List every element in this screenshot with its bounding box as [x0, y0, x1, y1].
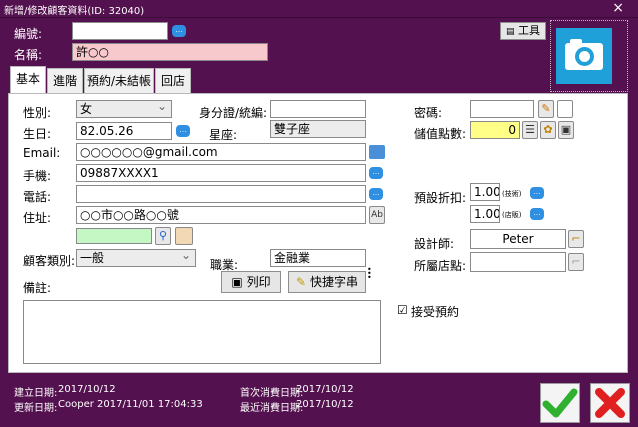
print-button[interactable]: ▣ 列印: [221, 271, 281, 293]
confirm-button[interactable]: [540, 383, 580, 423]
address-label: 住址:: [23, 211, 52, 225]
cross-icon: [595, 388, 625, 418]
created-label: 建立日期:: [14, 388, 58, 399]
zipcode-input[interactable]: [76, 228, 152, 244]
document-icon[interactable]: [557, 100, 573, 118]
store-field[interactable]: [470, 252, 566, 272]
basic-panel: 性別: 女 身分證/統編: 生日: 82.05.26 … 星座: 雙子座 Ema…: [8, 93, 628, 373]
cancel-button[interactable]: [590, 383, 630, 423]
points-label: 儲值點數:: [414, 127, 467, 141]
quick-string-button[interactable]: ✎ 快捷字串: [288, 271, 366, 293]
code-label: 編號:: [14, 27, 43, 41]
tab-reservation[interactable]: 預約/未結帳: [84, 68, 154, 94]
map-icon[interactable]: [175, 227, 193, 245]
phone-input[interactable]: [76, 185, 366, 203]
first-purchase-value: 2017/10/12: [296, 384, 354, 395]
address-format-icon[interactable]: Ab: [369, 206, 385, 224]
history-icon[interactable]: ▣: [558, 121, 574, 139]
discount-label: 預設折扣:: [414, 191, 467, 205]
password-label: 密碼:: [414, 106, 443, 120]
title-bar: 新增/修改顧客資料(ID: 32040) ×: [0, 0, 638, 18]
gender-select[interactable]: 女: [76, 100, 172, 118]
birthday-label: 生日:: [23, 127, 52, 141]
birthday-input[interactable]: 82.05.26: [76, 122, 172, 140]
email-label: Email:: [23, 146, 61, 160]
chat-bubble-icon[interactable]: …: [176, 125, 190, 137]
chat-bubble-icon[interactable]: …: [530, 208, 544, 220]
notepad-icon: ✎: [296, 275, 307, 289]
send-mail-icon[interactable]: [369, 145, 385, 159]
check-icon: [542, 388, 578, 418]
tab-basic[interactable]: 基本: [10, 66, 46, 93]
broom-icon[interactable]: ⌐: [568, 230, 584, 248]
id-label: 身分證/統編:: [199, 106, 268, 120]
zodiac-label: 星座:: [209, 128, 238, 142]
last-purchase-value: 2017/10/12: [296, 399, 354, 410]
created-value: 2017/10/12: [58, 384, 116, 395]
gender-label: 性別:: [23, 106, 52, 120]
password-input[interactable]: [470, 100, 534, 118]
category-select[interactable]: 一般: [76, 249, 196, 267]
id-input[interactable]: [270, 100, 366, 118]
code-input[interactable]: [72, 22, 168, 40]
discount-retail-note: (店販): [502, 211, 522, 219]
window-title: 新增/修改顧客資料(ID: 32040): [4, 6, 145, 17]
close-icon[interactable]: ×: [612, 0, 624, 16]
store-label: 所屬店點:: [414, 259, 467, 273]
tools-icon: ▤: [505, 27, 515, 37]
job-input[interactable]: 金融業: [270, 249, 366, 267]
category-label: 顧客類別:: [23, 254, 76, 268]
name-input[interactable]: 許○○: [72, 43, 268, 61]
note-textarea[interactable]: [23, 300, 381, 364]
gear-icon[interactable]: ✿: [540, 121, 556, 139]
chat-bubble-icon[interactable]: …: [530, 187, 544, 199]
accept-reservation-label: 接受預約: [411, 305, 460, 319]
tab-return[interactable]: 回店: [155, 68, 191, 94]
designer-field[interactable]: Peter: [470, 229, 566, 249]
mobile-label: 手機:: [23, 169, 52, 183]
tools-button[interactable]: ▤ 工具: [500, 22, 546, 40]
note-label: 備註:: [23, 281, 52, 295]
mobile-input[interactable]: 09887XXXX1: [76, 164, 366, 182]
chat-bubble-icon[interactable]: …: [369, 188, 383, 200]
first-purchase-label: 首次消費日期:: [240, 388, 304, 399]
broom-icon[interactable]: ⌐: [568, 253, 584, 271]
phone-label: 電話:: [23, 190, 52, 204]
list-icon[interactable]: ☰: [522, 121, 538, 139]
discount-retail-input[interactable]: 1.00: [470, 205, 500, 223]
designer-label: 設計師:: [414, 237, 455, 251]
chat-bubble-icon[interactable]: …: [172, 25, 186, 37]
pencil-icon[interactable]: ✎: [538, 100, 554, 118]
tab-advanced[interactable]: 進階: [47, 68, 83, 94]
printer-icon: ▣: [231, 275, 243, 289]
email-input[interactable]: ○○○○○○@gmail.com: [76, 143, 366, 161]
points-input[interactable]: 0: [470, 121, 520, 139]
discount-technical-note: (技術): [502, 190, 522, 198]
zodiac-field: 雙子座: [270, 120, 366, 138]
camera-icon[interactable]: [556, 28, 612, 84]
address-input[interactable]: ○○市○○路○○號: [76, 206, 366, 224]
last-purchase-label: 最近消費日期:: [240, 403, 304, 414]
map-pin-icon[interactable]: ⚲: [155, 227, 171, 245]
updated-value: Cooper 2017/11/01 17:04:33: [58, 399, 203, 410]
chat-bubble-icon[interactable]: …: [369, 167, 383, 179]
updated-label: 更新日期:: [14, 403, 58, 414]
discount-technical-input[interactable]: 1.00: [470, 183, 500, 201]
accept-reservation-checkbox[interactable]: ☑: [397, 303, 408, 317]
more-menu-icon[interactable]: • • •: [367, 266, 372, 282]
name-label: 名稱:: [14, 48, 43, 62]
photo-frame[interactable]: [550, 20, 628, 92]
